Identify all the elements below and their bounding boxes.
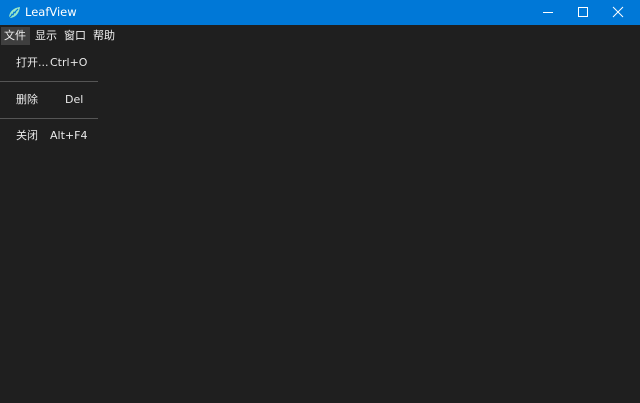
menu-item-label: 删除 — [16, 93, 38, 106]
menu-separator — [0, 118, 98, 119]
menu-view[interactable]: 显示 — [32, 27, 60, 45]
menu-separator — [0, 81, 98, 82]
menu-item-open[interactable]: 打开... Ctrl+O — [0, 52, 99, 74]
menu-item-shortcut: Alt+F4 — [50, 129, 88, 142]
main-content-area — [0, 154, 640, 403]
title-bar[interactable]: LeafView — [0, 0, 640, 25]
menu-file[interactable]: 文件 — [1, 27, 30, 45]
app-window: LeafView 文件 显示 窗口 帮助 打开... Ctrl+O 删除 Del… — [0, 0, 640, 403]
close-button[interactable] — [595, 0, 640, 25]
menu-help[interactable]: 帮助 — [90, 27, 118, 45]
menu-window[interactable]: 窗口 — [61, 27, 89, 45]
menu-item-label: 打开... — [16, 56, 49, 69]
menu-item-label: 关闭 — [16, 129, 38, 142]
menu-item-shortcut: Del — [65, 93, 84, 106]
menu-item-shortcut: Ctrl+O — [50, 56, 88, 69]
menu-item-delete[interactable]: 删除 Del — [0, 89, 99, 111]
leaf-icon — [7, 5, 21, 19]
window-title: LeafView — [25, 5, 77, 19]
menu-item-close[interactable]: 关闭 Alt+F4 — [0, 125, 99, 147]
menu-bar: 文件 显示 窗口 帮助 — [0, 25, 640, 46]
file-dropdown-menu: 打开... Ctrl+O 删除 Del 关闭 Alt+F4 — [0, 46, 99, 154]
